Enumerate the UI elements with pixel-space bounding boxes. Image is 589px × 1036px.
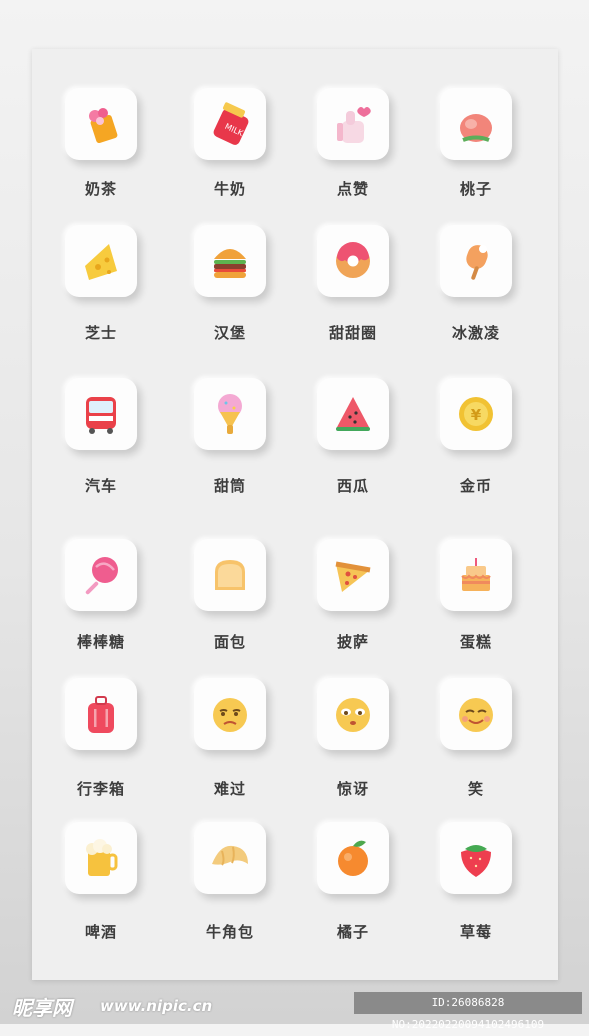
icon-label: 汽车: [84, 477, 117, 495]
icon-label: 桃子: [459, 180, 492, 198]
icon-tile-beer[interactable]: [65, 822, 137, 894]
icon-label: 汉堡: [213, 324, 246, 342]
icon-label: 牛角包: [205, 923, 254, 941]
icon-tile-smile-face[interactable]: [440, 678, 512, 750]
icon-tile-orange[interactable]: [317, 822, 389, 894]
icon-label: 披萨: [336, 633, 369, 651]
milk-tea-icon: [89, 108, 118, 144]
orange-icon: [338, 840, 368, 876]
icon-label: 点赞: [336, 180, 369, 198]
icon-tile-cake[interactable]: [440, 539, 512, 611]
icon-tile-milk[interactable]: MILK: [194, 88, 266, 160]
beer-icon: [86, 839, 118, 876]
icon-tile-surprised-face[interactable]: [317, 678, 389, 750]
icon-label: 奶茶: [84, 180, 117, 198]
icon-tile-strawberry[interactable]: [440, 822, 512, 894]
watermark-logo: 昵享网: [12, 996, 72, 1020]
bus-icon: [86, 397, 116, 434]
icon-label: 甜筒: [213, 477, 246, 495]
milk-icon: MILK: [213, 102, 249, 145]
icon-tile-suitcase[interactable]: [65, 678, 137, 750]
icon-label: 牛奶: [213, 180, 246, 198]
coin-icon: ¥: [459, 397, 493, 431]
watermark-url: www.nipic.cn: [100, 997, 213, 1015]
svg-text:¥: ¥: [471, 406, 482, 424]
icon-label: 行李箱: [76, 780, 125, 798]
icon-tile-ice-cream[interactable]: [440, 225, 512, 297]
icon-label: 笑: [467, 780, 484, 798]
icon-tile-thumbs-up[interactable]: [317, 88, 389, 160]
croissant-icon: [212, 845, 248, 866]
peach-icon: [460, 114, 492, 142]
icon-tile-watermelon[interactable]: [317, 378, 389, 450]
icon-label: 蛋糕: [459, 633, 492, 651]
icon-label: 难过: [213, 780, 246, 798]
icon-label: 甜甜圈: [328, 324, 377, 342]
suitcase-icon: [88, 696, 114, 733]
icon-tile-coin[interactable]: ¥: [440, 378, 512, 450]
icon-label: 啤酒: [84, 923, 117, 941]
icon-label: 草莓: [459, 923, 492, 941]
surprised-face-icon: [336, 698, 370, 732]
sad-face-icon: [213, 698, 247, 732]
icon-tile-cone[interactable]: [194, 378, 266, 450]
icon-tile-bus[interactable]: [65, 378, 137, 450]
icon-label: 芝士: [84, 324, 117, 342]
lollipop-icon: [85, 557, 118, 595]
icon-tile-hamburger[interactable]: [194, 225, 266, 297]
icon-tile-bread[interactable]: [194, 539, 266, 611]
watermark-id: ID:26086828 NO:20220220094102496109: [354, 992, 582, 1031]
icon-tile-sad-face[interactable]: [194, 678, 266, 750]
icon-tile-peach[interactable]: [440, 88, 512, 160]
watermark-footer: 昵享网 www.nipic.cn ID:26086828 NO:20220220…: [0, 984, 589, 1031]
icon-tile-croissant[interactable]: [194, 822, 266, 894]
icon-label: 西瓜: [336, 477, 369, 495]
icon-label: 面包: [213, 633, 246, 651]
icon-label: 棒棒糖: [76, 633, 125, 651]
icon-tile-milk-tea[interactable]: [65, 88, 137, 160]
hamburger-icon: [214, 249, 246, 278]
bread-icon: [215, 560, 245, 590]
ice-cream-icon: [466, 245, 488, 280]
icon-label: 冰激凌: [451, 324, 500, 342]
donut-icon: [336, 242, 370, 278]
watermelon-icon: [336, 397, 370, 431]
strawberry-icon: [461, 845, 491, 877]
icon-label: 金币: [459, 477, 492, 495]
icon-tile-cheese[interactable]: [65, 225, 137, 297]
cone-icon: [218, 394, 242, 434]
icon-tile-donut[interactable]: [317, 225, 389, 297]
pizza-icon: [335, 561, 371, 592]
cheese-icon: [85, 244, 117, 280]
smile-face-icon: [459, 698, 493, 732]
cake-icon: [461, 558, 491, 591]
icon-tile-pizza[interactable]: [317, 539, 389, 611]
icon-label: 惊讶: [336, 780, 369, 798]
thumbs-up-icon: [337, 107, 371, 143]
icon-label: 橘子: [336, 923, 369, 941]
icon-tile-lollipop[interactable]: [65, 539, 137, 611]
